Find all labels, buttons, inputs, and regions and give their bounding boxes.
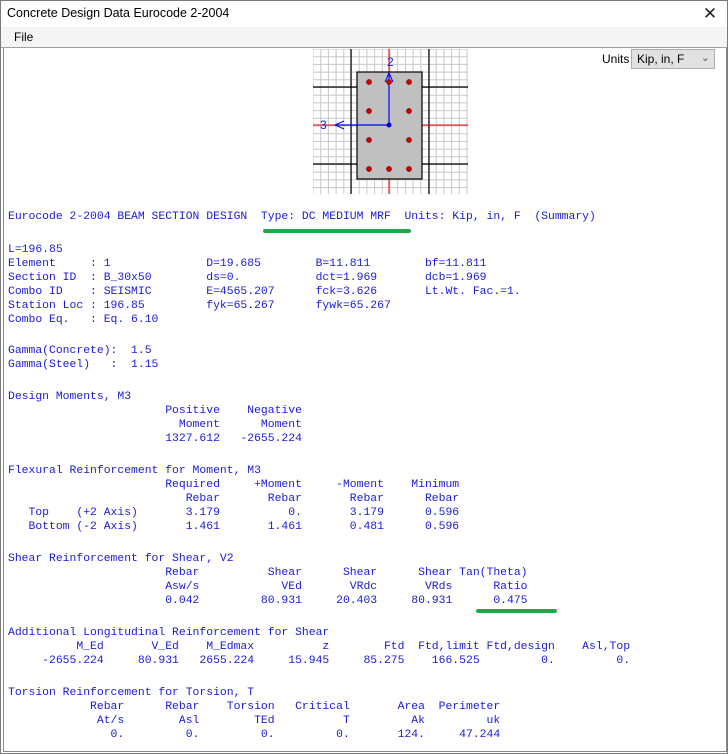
section-title-longitudinal: Additional Longitudinal Reinforcement fo… [8, 627, 330, 639]
gamma-concrete: Gamma(Concrete): 1.5 [8, 345, 152, 357]
highlight-underline [263, 229, 411, 233]
shear-header: Asw/s VEd VRdc VRds Ratio [8, 581, 528, 593]
general-info-row: Station Loc : 196.85 fyk=65.267 fywk=65.… [8, 300, 425, 312]
design-moments-values: 1327.612 -2655.224 [8, 433, 302, 445]
section-title-shear: Shear Reinforcement for Shear, V2 [8, 553, 234, 565]
torsion-values: 0. 0. 0. 0. 124. 47.244 [8, 729, 501, 741]
highlight-underline [476, 609, 557, 613]
flexural-header: Required +Moment -Moment Minimum [8, 479, 460, 491]
longitudinal-values: -2655.224 80.931 2655.224 15.945 85.275 … [8, 655, 631, 667]
shear-header: Rebar Shear Shear Shear Tan(Theta) [8, 567, 528, 579]
general-info-row: Combo Eq. : Eq. 6.10 [8, 314, 425, 326]
general-info-row: Element : 1 D=19.685 B=11.811 bf=11.811 [8, 258, 487, 270]
longitudinal-header: M_Ed V_Ed M_Edmax z Ftd Ftd,limit Ftd,de… [8, 641, 631, 653]
general-info-row: Section ID : B_30x50 ds=0. dct=1.969 dcb… [8, 272, 487, 284]
shear-values: 0.042 80.931 20.403 80.931 0.475 [8, 595, 528, 607]
torsion-header: Rebar Rebar Torsion Critical Area Perime… [8, 701, 501, 713]
section-title-torsion: Torsion Reinforcement for Torsion, T [8, 687, 255, 699]
gamma-steel: Gamma(Steel) : 1.15 [8, 359, 159, 371]
flexural-header: Rebar Rebar Rebar Rebar [8, 493, 460, 505]
section-title-design-moments: Design Moments, M3 [8, 391, 132, 403]
flexural-row-bottom: Bottom (-2 Axis) 1.461 1.461 0.481 0.596 [8, 521, 460, 533]
section-title-flexural: Flexural Reinforcement for Moment, M3 [8, 465, 261, 477]
flexural-row-top: Top (+2 Axis) 3.179 0. 3.179 0.596 [8, 507, 460, 519]
general-info-row: Combo ID : SEISMIC E=4565.207 fck=3.626 … [8, 286, 521, 298]
design-moments-header: Moment Moment [8, 419, 302, 431]
torsion-header: At/s Asl TEd T Ak uk [8, 715, 501, 727]
design-moments-header: Positive Negative [8, 405, 302, 417]
design-report: Eurocode 2-2004 BEAM SECTION DESIGN Type… [0, 0, 728, 754]
report-header: Eurocode 2-2004 BEAM SECTION DESIGN Type… [8, 211, 596, 223]
length-line: L=196.85 [8, 244, 63, 256]
